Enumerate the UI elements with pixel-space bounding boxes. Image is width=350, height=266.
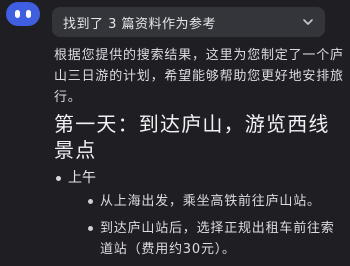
chat-view: 找到了 3 篇资料作为参考 根据您提供的搜索结果，这里为您制定了一个庐山三日游的… bbox=[0, 0, 350, 266]
references-label: 找到了 3 篇资料作为参考 bbox=[63, 16, 217, 32]
references-toggle[interactable]: 找到了 3 篇资料作为参考 bbox=[52, 7, 325, 37]
answer-intro: 根据您提供的搜索结果，这里为您制定了一个庐山三日游的计划，希望能够帮助您更好地安… bbox=[54, 48, 344, 105]
period-steps: 从上海出发，乘坐高铁前往庐山站。 到达庐山站后，选择正规出租车前往索道站（费用约… bbox=[68, 191, 344, 260]
avatar-left-eye bbox=[15, 10, 20, 18]
avatar-right-eye bbox=[26, 10, 31, 18]
period-label: 上午 bbox=[68, 170, 96, 186]
assistant-logo-icon bbox=[6, 2, 40, 26]
step-item: 到达庐山站后，选择正规出租车前往索道站（费用约30元）。 bbox=[68, 218, 344, 260]
period-item: 上午 从上海出发，乘坐高铁前往庐山站。 到达庐山站后，选择正规出租车前往索道站（… bbox=[54, 167, 344, 260]
chevron-down-icon bbox=[303, 19, 313, 25]
day-heading: 第一天：到达庐山，游览西线景点 bbox=[54, 112, 330, 162]
day-sections: 上午 从上海出发，乘坐高铁前往庐山站。 到达庐山站后，选择正规出租车前往索道站（… bbox=[54, 167, 344, 260]
answer-body: 根据您提供的搜索结果，这里为您制定了一个庐山三日游的计划，希望能够帮助您更好地安… bbox=[54, 45, 344, 266]
step-item: 从上海出发，乘坐高铁前往庐山站。 bbox=[68, 191, 344, 212]
